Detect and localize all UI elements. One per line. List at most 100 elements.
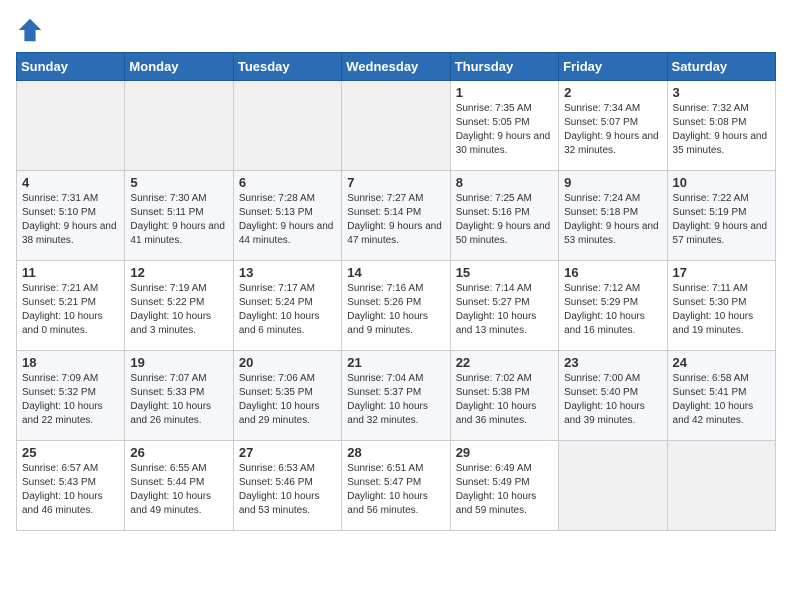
day-number: 29: [456, 445, 553, 460]
calendar-cell: 17 Sunrise: 7:11 AM Sunset: 5:30 PM Dayli…: [667, 261, 775, 351]
calendar-cell: 5 Sunrise: 7:30 AM Sunset: 5:11 PM Daylig…: [125, 171, 233, 261]
day-info: Sunrise: 7:22 AM Sunset: 5:19 PM Dayligh…: [673, 192, 770, 248]
day-info: Sunrise: 7:16 AM Sunset: 5:26 PM Dayligh…: [347, 282, 444, 338]
day-info: Sunrise: 7:06 AM Sunset: 5:35 PM Dayligh…: [239, 372, 336, 428]
day-info: Sunrise: 7:35 AM Sunset: 5:05 PM Dayligh…: [456, 102, 553, 158]
day-number: 7: [347, 175, 444, 190]
calendar-cell: 10 Sunrise: 7:22 AM Sunset: 5:19 PM Dayli…: [667, 171, 775, 261]
day-number: 23: [564, 355, 661, 370]
calendar-cell: 19 Sunrise: 7:07 AM Sunset: 5:33 PM Dayli…: [125, 351, 233, 441]
day-number: 8: [456, 175, 553, 190]
calendar-cell: [17, 81, 125, 171]
day-number: 20: [239, 355, 336, 370]
calendar-cell: 18 Sunrise: 7:09 AM Sunset: 5:32 PM Dayli…: [17, 351, 125, 441]
page-header: [16, 16, 776, 44]
calendar-cell: 22 Sunrise: 7:02 AM Sunset: 5:38 PM Dayli…: [450, 351, 558, 441]
day-info: Sunrise: 7:24 AM Sunset: 5:18 PM Dayligh…: [564, 192, 661, 248]
day-info: Sunrise: 7:32 AM Sunset: 5:08 PM Dayligh…: [673, 102, 770, 158]
calendar-cell: 4 Sunrise: 7:31 AM Sunset: 5:10 PM Daylig…: [17, 171, 125, 261]
calendar-cell: 14 Sunrise: 7:16 AM Sunset: 5:26 PM Dayli…: [342, 261, 450, 351]
calendar-cell: 6 Sunrise: 7:28 AM Sunset: 5:13 PM Daylig…: [233, 171, 341, 261]
calendar-cell: 11 Sunrise: 7:21 AM Sunset: 5:21 PM Dayli…: [17, 261, 125, 351]
day-number: 15: [456, 265, 553, 280]
calendar-cell: 24 Sunrise: 6:58 AM Sunset: 5:41 PM Dayli…: [667, 351, 775, 441]
day-number: 17: [673, 265, 770, 280]
day-number: 2: [564, 85, 661, 100]
calendar-cell: 20 Sunrise: 7:06 AM Sunset: 5:35 PM Dayli…: [233, 351, 341, 441]
day-info: Sunrise: 7:27 AM Sunset: 5:14 PM Dayligh…: [347, 192, 444, 248]
calendar-cell: 16 Sunrise: 7:12 AM Sunset: 5:29 PM Dayli…: [559, 261, 667, 351]
day-number: 5: [130, 175, 227, 190]
calendar-cell: 26 Sunrise: 6:55 AM Sunset: 5:44 PM Dayli…: [125, 441, 233, 531]
calendar-cell: 2 Sunrise: 7:34 AM Sunset: 5:07 PM Daylig…: [559, 81, 667, 171]
calendar-week-row: 25 Sunrise: 6:57 AM Sunset: 5:43 PM Dayli…: [17, 441, 776, 531]
day-info: Sunrise: 7:17 AM Sunset: 5:24 PM Dayligh…: [239, 282, 336, 338]
weekday-header: Wednesday: [342, 53, 450, 81]
calendar-week-row: 4 Sunrise: 7:31 AM Sunset: 5:10 PM Daylig…: [17, 171, 776, 261]
day-info: Sunrise: 7:30 AM Sunset: 5:11 PM Dayligh…: [130, 192, 227, 248]
day-info: Sunrise: 7:04 AM Sunset: 5:37 PM Dayligh…: [347, 372, 444, 428]
day-info: Sunrise: 6:51 AM Sunset: 5:47 PM Dayligh…: [347, 462, 444, 518]
day-number: 1: [456, 85, 553, 100]
day-info: Sunrise: 7:25 AM Sunset: 5:16 PM Dayligh…: [456, 192, 553, 248]
day-number: 9: [564, 175, 661, 190]
calendar-week-row: 1 Sunrise: 7:35 AM Sunset: 5:05 PM Daylig…: [17, 81, 776, 171]
day-info: Sunrise: 6:55 AM Sunset: 5:44 PM Dayligh…: [130, 462, 227, 518]
day-number: 19: [130, 355, 227, 370]
day-number: 16: [564, 265, 661, 280]
weekday-header: Tuesday: [233, 53, 341, 81]
day-number: 27: [239, 445, 336, 460]
calendar-cell: 15Sunrise: 7:14 AM Sunset: 5:27 PM Dayli…: [450, 261, 558, 351]
calendar-week-row: 11 Sunrise: 7:21 AM Sunset: 5:21 PM Dayli…: [17, 261, 776, 351]
calendar-cell: 27 Sunrise: 6:53 AM Sunset: 5:46 PM Dayli…: [233, 441, 341, 531]
calendar-cell: 3 Sunrise: 7:32 AM Sunset: 5:08 PM Daylig…: [667, 81, 775, 171]
day-info: Sunrise: 6:57 AM Sunset: 5:43 PM Dayligh…: [22, 462, 119, 518]
day-number: 6: [239, 175, 336, 190]
day-info: Sunrise: 7:02 AM Sunset: 5:38 PM Dayligh…: [456, 372, 553, 428]
weekday-header-row: SundayMondayTuesdayWednesdayThursdayFrid…: [17, 53, 776, 81]
weekday-header: Friday: [559, 53, 667, 81]
calendar-cell: [342, 81, 450, 171]
weekday-header: Sunday: [17, 53, 125, 81]
calendar-cell: [233, 81, 341, 171]
calendar-cell: [559, 441, 667, 531]
day-number: 11: [22, 265, 119, 280]
day-number: 10: [673, 175, 770, 190]
calendar-table: SundayMondayTuesdayWednesdayThursdayFrid…: [16, 52, 776, 531]
day-number: 22: [456, 355, 553, 370]
day-info: Sunrise: 6:53 AM Sunset: 5:46 PM Dayligh…: [239, 462, 336, 518]
logo-icon: [16, 16, 44, 44]
day-info: Sunrise: 7:34 AM Sunset: 5:07 PM Dayligh…: [564, 102, 661, 158]
day-info: Sunrise: 7:21 AM Sunset: 5:21 PM Dayligh…: [22, 282, 119, 338]
weekday-header: Monday: [125, 53, 233, 81]
day-number: 14: [347, 265, 444, 280]
day-info: Sunrise: 7:19 AM Sunset: 5:22 PM Dayligh…: [130, 282, 227, 338]
day-number: 25: [22, 445, 119, 460]
day-info: Sunrise: 7:07 AM Sunset: 5:33 PM Dayligh…: [130, 372, 227, 428]
day-info: Sunrise: 6:49 AM Sunset: 5:49 PM Dayligh…: [456, 462, 553, 518]
calendar-cell: 12 Sunrise: 7:19 AM Sunset: 5:22 PM Dayli…: [125, 261, 233, 351]
day-number: 3: [673, 85, 770, 100]
calendar-cell: [667, 441, 775, 531]
day-info: Sunrise: 7:11 AM Sunset: 5:30 PM Dayligh…: [673, 282, 770, 338]
weekday-header: Saturday: [667, 53, 775, 81]
day-number: 13: [239, 265, 336, 280]
calendar-cell: 8 Sunrise: 7:25 AM Sunset: 5:16 PM Daylig…: [450, 171, 558, 261]
day-number: 21: [347, 355, 444, 370]
day-info: Sunrise: 7:09 AM Sunset: 5:32 PM Dayligh…: [22, 372, 119, 428]
day-number: 4: [22, 175, 119, 190]
calendar-cell: 1 Sunrise: 7:35 AM Sunset: 5:05 PM Daylig…: [450, 81, 558, 171]
day-number: 18: [22, 355, 119, 370]
day-number: 12: [130, 265, 227, 280]
day-info: Sunrise: 7:31 AM Sunset: 5:10 PM Dayligh…: [22, 192, 119, 248]
day-number: 26: [130, 445, 227, 460]
calendar-cell: 23 Sunrise: 7:00 AM Sunset: 5:40 PM Dayli…: [559, 351, 667, 441]
day-info: Sunrise: 6:58 AM Sunset: 5:41 PM Dayligh…: [673, 372, 770, 428]
day-info: Sunrise: 7:00 AM Sunset: 5:40 PM Dayligh…: [564, 372, 661, 428]
calendar-cell: [125, 81, 233, 171]
day-number: 24: [673, 355, 770, 370]
day-info: Sunrise: 7:28 AM Sunset: 5:13 PM Dayligh…: [239, 192, 336, 248]
calendar-cell: 7 Sunrise: 7:27 AM Sunset: 5:14 PM Daylig…: [342, 171, 450, 261]
calendar-cell: 21 Sunrise: 7:04 AM Sunset: 5:37 PM Dayli…: [342, 351, 450, 441]
day-info: Sunrise: 7:12 AM Sunset: 5:29 PM Dayligh…: [564, 282, 661, 338]
